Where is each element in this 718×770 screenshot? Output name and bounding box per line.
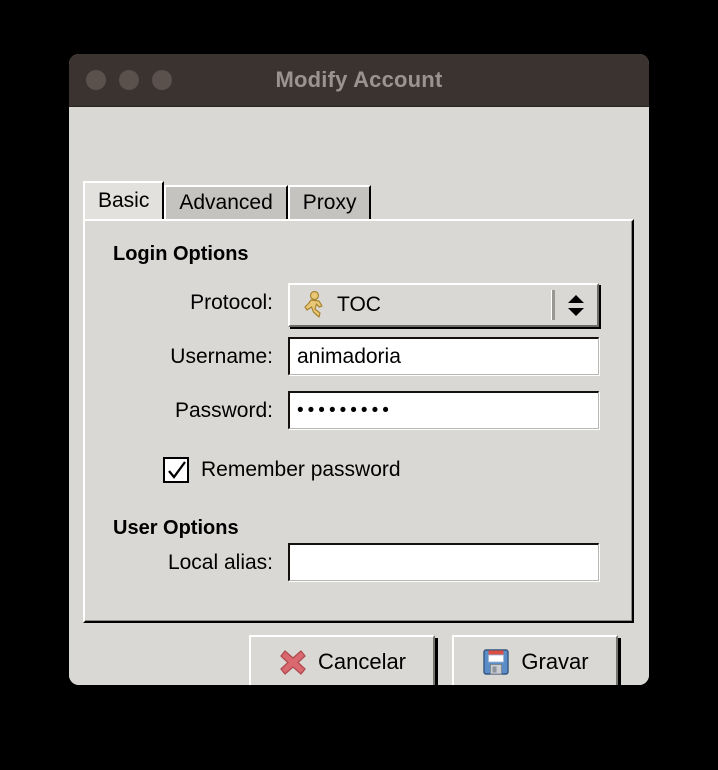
tab-bar: Basic Advanced Proxy (83, 181, 372, 219)
local-alias-input[interactable] (288, 543, 599, 581)
password-label: Password: (174, 399, 273, 422)
cancel-button-label: Cancelar (317, 649, 407, 674)
chevron-up-icon[interactable] (568, 294, 584, 303)
save-button-label: Gravar (521, 649, 589, 674)
password-input[interactable]: ••••••••• (288, 391, 599, 429)
window-body: Basic Advanced Proxy Login Options Proto… (69, 107, 649, 685)
red-x-icon (280, 650, 306, 675)
protocol-label: Protocol: (190, 291, 273, 314)
zoom-button[interactable] (152, 70, 172, 90)
tab-proxy[interactable]: Proxy (287, 185, 372, 219)
remember-password-checkbox[interactable] (163, 457, 189, 483)
username-value: animadoria (297, 344, 401, 368)
local-alias-label: Local alias: (167, 551, 273, 574)
protocol-value: TOC (337, 293, 381, 316)
aim-running-man-icon (304, 291, 323, 318)
user-options-heading: User Options (113, 517, 239, 539)
combo-separator (551, 290, 555, 320)
tab-proxy-label: Proxy (302, 191, 357, 214)
window-controls (86, 70, 172, 90)
window-titlebar[interactable]: Modify Account (69, 54, 649, 107)
tab-basic[interactable]: Basic (83, 181, 165, 219)
tab-advanced[interactable]: Advanced (164, 185, 288, 219)
checkmark-icon (168, 461, 186, 479)
basic-tab-panel: Login Options Protocol: TOC Username: an… (83, 219, 634, 623)
remember-password-row[interactable]: Remember password (163, 457, 401, 483)
modify-account-window: Modify Account Basic Advanced Proxy Logi… (69, 54, 649, 685)
floppy-disk-save-icon (483, 649, 510, 675)
password-value: ••••••••• (297, 400, 393, 421)
tab-basic-label: Basic (98, 189, 150, 212)
cancel-button[interactable]: Cancelar (249, 635, 435, 685)
minimize-button[interactable] (119, 70, 139, 90)
login-options-heading: Login Options (113, 243, 249, 265)
save-button[interactable]: Gravar (452, 635, 618, 685)
dialog-button-bar: Cancelar Gravar (69, 635, 649, 685)
close-button[interactable] (86, 70, 106, 90)
protocol-stepper[interactable] (561, 294, 591, 316)
tab-advanced-label: Advanced (179, 191, 273, 214)
protocol-dropdown[interactable]: TOC (288, 283, 599, 327)
remember-password-label: Remember password (201, 458, 401, 481)
chevron-down-icon[interactable] (568, 307, 584, 316)
username-label: Username: (170, 345, 273, 368)
username-input[interactable]: animadoria (288, 337, 599, 375)
